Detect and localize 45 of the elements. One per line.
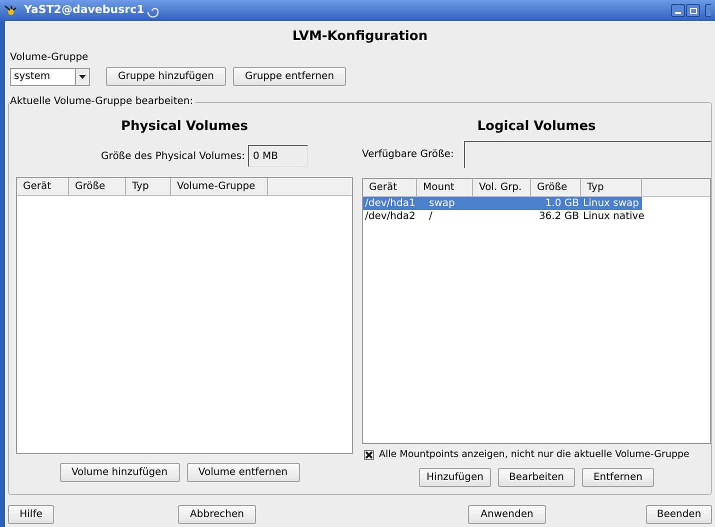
push-button[interactable]: Volume entfernen: [186, 463, 300, 482]
column-header[interactable]: Vol. Grp.: [473, 179, 531, 196]
column-header[interactable]: Gerät: [17, 178, 69, 195]
column-header[interactable]: Typ: [581, 179, 642, 196]
column-header[interactable]: Größe: [69, 178, 126, 195]
push-button[interactable]: Hinzufügen: [419, 468, 491, 488]
checkbox[interactable]: [364, 450, 374, 460]
table-cell-text: 1.0 GB: [544, 197, 580, 210]
column-header[interactable]: Gerät: [363, 179, 417, 196]
table-cell-text: 36.2 GB: [538, 210, 580, 223]
table-cell-text: /dev/hda1: [364, 197, 416, 210]
column-header[interactable]: Volume-Gruppe: [171, 178, 268, 195]
push-button[interactable]: Volume hinzufügen: [60, 463, 180, 482]
minimize-button[interactable]: [671, 4, 685, 17]
table-cell-text: swap: [428, 197, 456, 210]
push-button[interactable]: Gruppe hinzufügen: [106, 67, 226, 86]
size-field: 0 MB: [248, 145, 308, 167]
section-heading: Logical Volumes: [476, 118, 597, 135]
window-title: YaST2@davebusrc1: [24, 2, 144, 18]
section-heading: Physical Volumes: [120, 118, 249, 135]
push-button[interactable]: Anwenden: [468, 505, 546, 524]
push-button[interactable]: Gruppe entfernen: [233, 67, 346, 86]
table-cell-text: Linux swap: [582, 197, 640, 210]
table-row[interactable]: /dev/hda1 swap 1.0 GB Linux swap: [363, 197, 642, 210]
dropdown-arrow-icon: [79, 74, 86, 78]
table-cell-text: Linux native: [582, 210, 642, 223]
push-button[interactable]: Abbrechen: [178, 505, 256, 524]
push-button[interactable]: Entfernen: [582, 468, 654, 488]
group-box-title: Aktuelle Volume-Gruppe bearbeiten:: [10, 96, 196, 108]
push-button[interactable]: Hilfe: [8, 505, 54, 524]
dialog-heading: LVM-Konfiguration: [291, 28, 429, 45]
field-label: Größe des Physical Volumes:: [101, 150, 245, 164]
checkbox-label: Alle Mountpoints anzeigen, nicht nur die aktuelle Volume-Gruppe: [379, 448, 690, 462]
volume-group-dropdown[interactable]: system: [10, 68, 90, 86]
column-header[interactable]: Typ: [126, 178, 171, 195]
field-label: Volume-Gruppe: [10, 51, 90, 65]
field-label: Verfügbare Größe:: [362, 148, 454, 162]
table-row[interactable]: /dev/hda2 / 36.2 GB Linux native: [363, 210, 642, 223]
column-header[interactable]: Mount: [417, 179, 473, 196]
column-header[interactable]: Größe: [531, 179, 581, 196]
push-button[interactable]: Bearbeiten: [498, 468, 575, 488]
maximize-button[interactable]: [686, 4, 700, 17]
table-cell-text: /dev/hda2: [364, 210, 416, 223]
push-button[interactable]: Beenden: [646, 505, 712, 524]
table-cell-text: /: [428, 210, 434, 223]
